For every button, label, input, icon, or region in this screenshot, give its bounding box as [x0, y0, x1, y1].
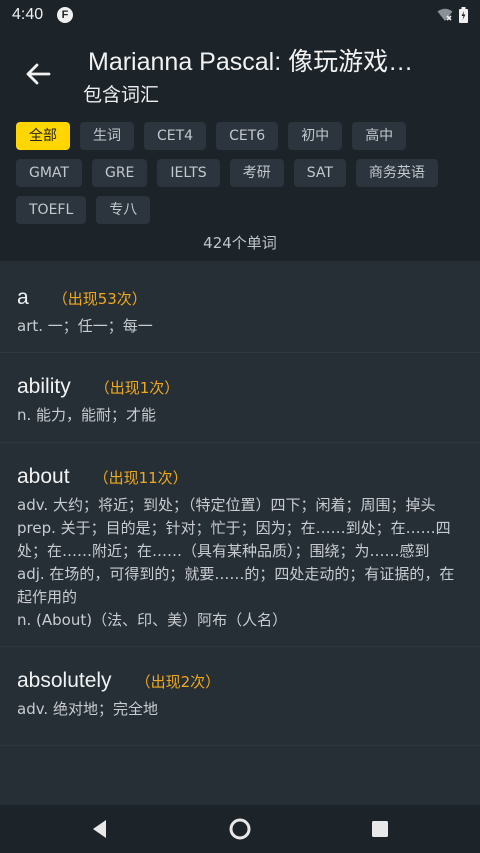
chip-ielts[interactable]: IELTS: [157, 159, 220, 187]
wifi-off-icon: [437, 8, 453, 21]
list-item[interactable]: about （出现11次） adv. 大约；将近；到处；（特定位置）四下；闲着；…: [0, 443, 480, 647]
word-frequency: （出现2次）: [135, 673, 221, 691]
word-text: a: [17, 286, 29, 309]
entry-header: a （出现53次）: [17, 286, 463, 310]
page-subtitle: 包含词汇: [83, 84, 160, 106]
list-item[interactable]: a （出现53次） art. 一；任一；每一: [0, 261, 480, 353]
word-frequency: （出现1次）: [94, 379, 180, 397]
chip-sat[interactable]: SAT: [293, 159, 346, 187]
chip-row: GMAT GRE IELTS 考研 SAT 商务英语: [16, 159, 466, 187]
word-definition: n. 能力，能耐；才能: [17, 406, 157, 424]
chip-new-words[interactable]: 生词: [80, 122, 134, 150]
chip-row: TOEFL 专八: [16, 196, 466, 224]
word-definition: adj. 在场的，可得到的；就要……的；四处走动的；有证据的，在起作用的: [17, 565, 455, 606]
word-definition: n. (About)（法、印、美）阿布（人名）: [17, 611, 288, 629]
entry-header: ability （出现1次）: [17, 375, 463, 399]
filter-chips: 全部 生词 CET4 CET6 初中 高中 GMAT GRE IELTS 考研 …: [16, 122, 466, 233]
list-item[interactable]: ability （出现1次） n. 能力，能耐；才能: [0, 353, 480, 443]
word-list: a （出现53次） art. 一；任一；每一 ability （出现1次） n.…: [0, 261, 480, 805]
nav-back-icon[interactable]: [86, 815, 114, 843]
chip-senior-high[interactable]: 高中: [352, 122, 407, 150]
word-text: ability: [17, 375, 71, 398]
nav-home-icon[interactable]: [226, 815, 254, 843]
chip-junior-high[interactable]: 初中: [288, 122, 343, 150]
chip-row: 全部 生词 CET4 CET6 初中 高中: [16, 122, 466, 150]
word-text: about: [17, 465, 70, 488]
status-bar: 4:40 F: [0, 0, 480, 30]
app-notification-icon: F: [57, 7, 73, 23]
status-time: 4:40: [12, 6, 44, 23]
nav-recents-icon[interactable]: [366, 815, 394, 843]
page-title: Marianna Pascal: 像玩游戏…: [88, 48, 414, 76]
chip-cet6[interactable]: CET6: [216, 122, 279, 150]
navigation-bar: [0, 805, 480, 853]
chip-gmat[interactable]: GMAT: [16, 159, 82, 187]
list-item[interactable]: absolutely （出现2次） adv. 绝对地；完全地: [0, 647, 480, 746]
word-definition: prep. 关于；目的是；针对；忙于；因为；在……到处；在……四处；在……附近；…: [17, 519, 451, 560]
chip-toefl[interactable]: TOEFL: [16, 196, 87, 224]
entry-header: about （出现11次）: [17, 465, 463, 489]
chip-kaoyan[interactable]: 考研: [229, 159, 284, 187]
chip-business-english[interactable]: 商务英语: [355, 159, 438, 187]
battery-icon: [459, 7, 468, 23]
chip-cet4[interactable]: CET4: [144, 122, 207, 150]
chip-tem8[interactable]: 专八: [96, 196, 151, 224]
word-definition: adv. 大约；将近；到处；（特定位置）四下；闲着；周围；掉头: [17, 496, 436, 514]
chip-all[interactable]: 全部: [16, 122, 70, 150]
back-arrow-icon[interactable]: [22, 58, 54, 90]
word-definition: adv. 绝对地；完全地: [17, 700, 158, 718]
word-frequency: （出现11次）: [93, 469, 188, 487]
chip-gre[interactable]: GRE: [91, 159, 148, 187]
word-count: 424个单词: [203, 234, 277, 252]
status-indicators: [437, 7, 468, 23]
app-bar: Marianna Pascal: 像玩游戏… 包含词汇: [0, 30, 480, 114]
word-definition: art. 一；任一；每一: [17, 317, 153, 335]
word-frequency: （出现53次）: [52, 290, 147, 308]
word-text: absolutely: [17, 669, 112, 692]
entry-header: absolutely （出现2次）: [17, 669, 463, 693]
